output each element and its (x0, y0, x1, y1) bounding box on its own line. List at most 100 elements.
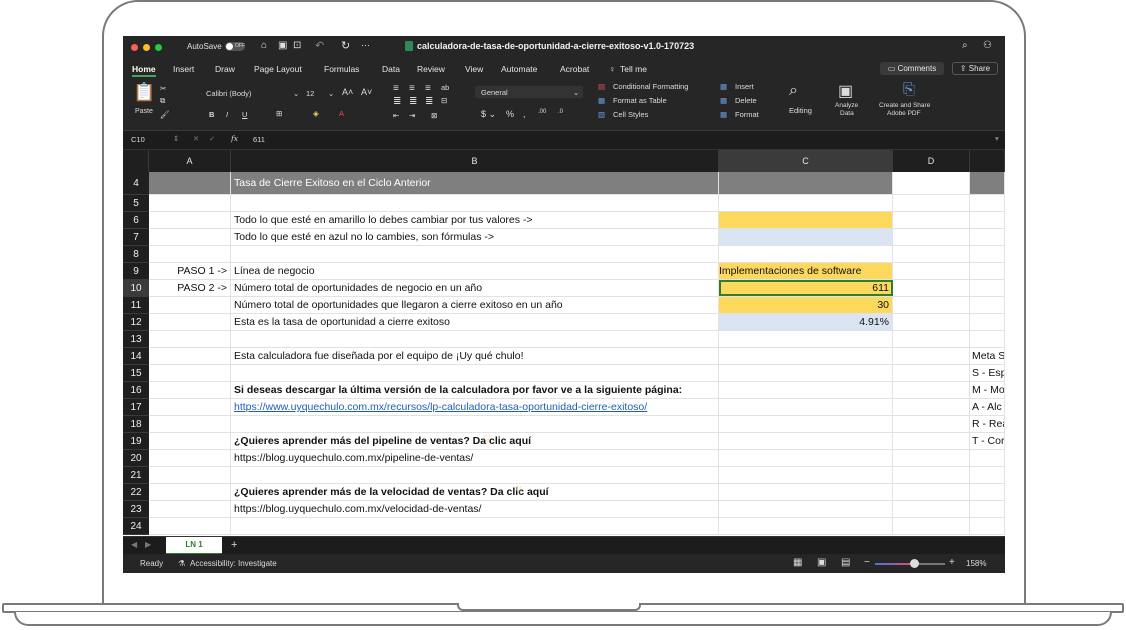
zoom-level[interactable]: 158% (966, 559, 986, 568)
row-header[interactable]: 7 (123, 229, 149, 246)
column-header-e[interactable] (970, 150, 1005, 172)
selected-cell[interactable]: 611 (719, 280, 893, 296)
row-header[interactable]: 12 (123, 314, 149, 331)
insert-button[interactable]: Insert (735, 82, 754, 91)
cell-styles-icon[interactable]: ▧ (598, 110, 605, 119)
zoom-in-icon[interactable]: + (949, 557, 955, 568)
align-right-icon[interactable]: ≣ (425, 96, 433, 107)
cell[interactable] (719, 229, 893, 245)
zoom-slider-thumb[interactable] (910, 559, 919, 568)
row-header[interactable]: 10 (123, 280, 149, 297)
insert-cells-icon[interactable]: ▦ (720, 82, 727, 91)
cell[interactable] (719, 331, 893, 347)
cell[interactable] (149, 246, 231, 262)
cell[interactable]: https://blog.uyquechulo.com.mx/velocidad… (231, 501, 719, 517)
add-sheet-icon[interactable]: + (231, 539, 237, 551)
cell[interactable] (231, 246, 719, 262)
sheet-tab-ln1[interactable]: LN 1 (166, 537, 222, 555)
percent-icon[interactable]: % (506, 109, 514, 119)
formula-input[interactable]: 611 (253, 135, 265, 144)
cell[interactable] (149, 518, 231, 534)
cell[interactable] (149, 212, 231, 228)
cell[interactable] (893, 433, 970, 449)
row-header[interactable]: 14 (123, 348, 149, 365)
cell[interactable] (719, 399, 893, 415)
cell[interactable] (719, 518, 893, 534)
comma-icon[interactable]: , (523, 109, 526, 119)
prev-sheet-icon[interactable]: ◀ (131, 540, 137, 549)
cell[interactable] (893, 263, 970, 279)
cell[interactable] (893, 450, 970, 466)
cell[interactable] (231, 365, 719, 381)
cell[interactable] (231, 518, 719, 534)
row-header[interactable]: 20 (123, 450, 149, 467)
cell[interactable]: Esta calculadora fue diseñada por el equ… (231, 348, 719, 364)
delete-button[interactable]: Delete (735, 96, 757, 105)
next-sheet-icon[interactable]: ▶ (145, 540, 151, 549)
cell[interactable] (893, 280, 970, 296)
row-header[interactable]: 4 (123, 172, 149, 195)
delete-cells-icon[interactable]: ▦ (720, 96, 727, 105)
cell[interactable]: S - Esp (970, 365, 1005, 381)
cell[interactable] (970, 467, 1005, 483)
wrap-text-icon[interactable]: ⊟ (441, 96, 447, 105)
chevron-down-icon[interactable]: ⌄ (573, 88, 579, 97)
cell[interactable] (893, 348, 970, 364)
cell[interactable] (970, 263, 1005, 279)
comments-button[interactable]: ▭ Comments (880, 62, 944, 75)
tell-me[interactable]: Tell me (620, 64, 647, 74)
align-top-icon[interactable]: ≡ (393, 83, 399, 94)
minimize-window-button[interactable] (143, 44, 150, 51)
format-painter-icon[interactable]: 🖌 (160, 110, 170, 119)
cell[interactable]: Número total de oportunidades de negocio… (231, 280, 719, 296)
home-icon[interactable]: ⌂ (261, 40, 267, 51)
tab-view[interactable]: View (465, 64, 483, 74)
cell[interactable] (893, 246, 970, 262)
cell-styles-button[interactable]: Cell Styles (613, 110, 648, 119)
cell[interactable] (149, 195, 231, 211)
chevron-down-icon[interactable]: ⌄ (293, 89, 299, 98)
cell[interactable]: Implementaciones de software (719, 263, 893, 279)
cell[interactable] (149, 382, 231, 398)
cell[interactable] (149, 297, 231, 313)
save-as-icon[interactable]: ⊡ (293, 40, 301, 51)
cell[interactable]: 30 (719, 297, 893, 313)
cell[interactable] (149, 314, 231, 330)
cell[interactable] (149, 399, 231, 415)
analyze-data-label-1[interactable]: Analyze (835, 102, 858, 109)
cell[interactable] (893, 365, 970, 381)
format-cells-icon[interactable]: ▦ (720, 110, 727, 119)
row-header[interactable]: 18 (123, 416, 149, 433)
document-title[interactable]: calculadora-de-tasa-de-oportunidad-a-cie… (417, 41, 694, 51)
cell[interactable]: T - Cor (970, 433, 1005, 449)
row-header[interactable]: 13 (123, 331, 149, 348)
cell[interactable] (893, 314, 970, 330)
cell[interactable] (231, 195, 719, 211)
cell[interactable] (231, 331, 719, 347)
cell[interactable] (970, 450, 1005, 466)
format-as-table-button[interactable]: Format as Table (613, 96, 667, 105)
name-box[interactable]: C10 (131, 135, 145, 144)
search-icon[interactable]: ⌕ (962, 40, 968, 51)
row-header[interactable]: 5 (123, 195, 149, 212)
fill-color-icon[interactable]: ◈ (313, 109, 319, 118)
cell[interactable]: Todo lo que esté en azul no lo cambies, … (231, 229, 719, 245)
font-name-select[interactable]: Calibri (Body) (206, 89, 251, 98)
expand-formula-icon[interactable]: ▾ (995, 134, 999, 143)
cell[interactable] (719, 365, 893, 381)
tab-draw[interactable]: Draw (215, 64, 235, 74)
more-icon[interactable]: ⋯ (361, 40, 370, 51)
format-button[interactable]: Format (735, 110, 759, 119)
cell[interactable]: PASO 1 -> (149, 263, 231, 279)
row-header[interactable]: 23 (123, 501, 149, 518)
cell[interactable] (231, 416, 719, 432)
cell[interactable] (149, 416, 231, 432)
tab-page-layout[interactable]: Page Layout (254, 64, 302, 74)
tab-home[interactable]: Home (132, 64, 156, 77)
cell[interactable] (893, 382, 970, 398)
cell[interactable] (970, 314, 1005, 330)
cell[interactable]: Línea de negocio (231, 263, 719, 279)
column-header-d[interactable]: D (893, 150, 970, 172)
cell[interactable] (970, 501, 1005, 517)
row-header[interactable]: 8 (123, 246, 149, 263)
